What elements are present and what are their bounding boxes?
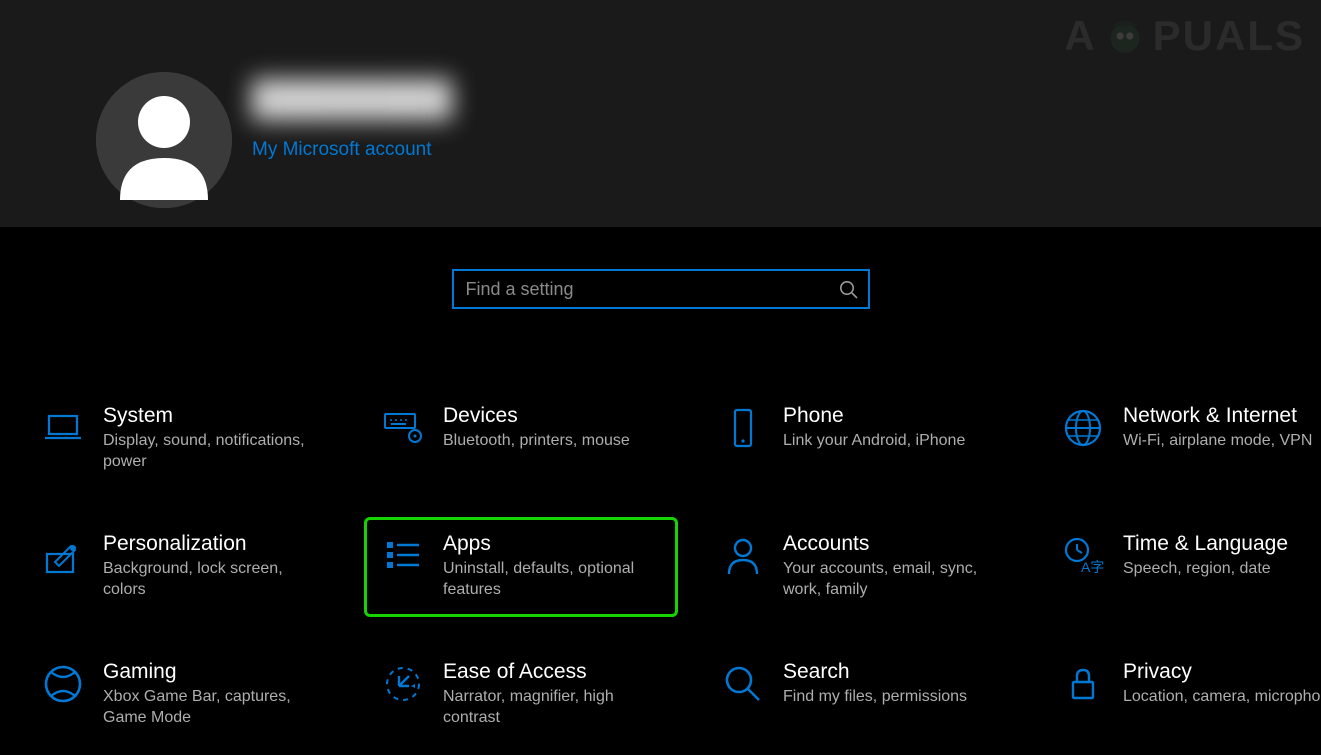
user-info: ████████ My Microsoft account	[252, 72, 453, 161]
tile-title: Personalization	[103, 532, 321, 556]
lock-icon	[1061, 662, 1105, 706]
tile-title: Gaming	[103, 660, 321, 684]
tile-desc: Wi-Fi, airplane mode, VPN	[1123, 431, 1312, 452]
tile-apps[interactable]: Apps Uninstall, defaults, optional featur…	[364, 517, 678, 617]
tile-title: Privacy	[1123, 660, 1321, 684]
tile-text: Time & Language Speech, region, date	[1123, 532, 1288, 580]
tile-desc: Display, sound, notifications, power	[103, 431, 321, 473]
tile-personalization[interactable]: Personalization Background, lock screen, …	[24, 517, 338, 617]
search-row	[0, 269, 1321, 309]
tile-desc: Speech, region, date	[1123, 559, 1288, 580]
person-icon	[721, 534, 765, 578]
tile-text: Phone Link your Android, iPhone	[783, 404, 965, 452]
avatar[interactable]	[96, 72, 232, 208]
tile-time-language[interactable]: Time & Language Speech, region, date	[1044, 517, 1321, 617]
tile-text: Ease of Access Narrator, magnifier, high …	[443, 660, 661, 729]
tile-desc: Link your Android, iPhone	[783, 431, 965, 452]
tile-desc: Find my files, permissions	[783, 687, 967, 708]
tile-title: Accounts	[783, 532, 1001, 556]
tile-text: Gaming Xbox Game Bar, captures, Game Mode	[103, 660, 321, 729]
tile-text: Search Find my files, permissions	[783, 660, 967, 708]
tile-text: Devices Bluetooth, printers, mouse	[443, 404, 630, 452]
avatar-icon	[96, 72, 232, 208]
tile-phone[interactable]: Phone Link your Android, iPhone	[704, 389, 1018, 489]
search-input[interactable]	[466, 279, 838, 300]
tile-title: Network & Internet	[1123, 404, 1312, 428]
tile-text: Privacy Location, camera, microphone	[1123, 660, 1321, 708]
paintbrush-icon	[41, 534, 85, 578]
tile-title: Devices	[443, 404, 630, 428]
keyboard-icon	[381, 406, 425, 450]
tile-title: Ease of Access	[443, 660, 661, 684]
apps-list-icon	[381, 534, 425, 578]
tile-gaming[interactable]: Gaming Xbox Game Bar, captures, Game Mode	[24, 645, 338, 745]
tile-title: Phone	[783, 404, 965, 428]
magnifier-icon	[721, 662, 765, 706]
tile-devices[interactable]: Devices Bluetooth, printers, mouse	[364, 389, 678, 489]
tile-title: Time & Language	[1123, 532, 1288, 556]
tile-desc: Narrator, magnifier, high contrast	[443, 687, 661, 729]
tile-system[interactable]: System Display, sound, notifications, pow…	[24, 389, 338, 489]
globe-icon	[1061, 406, 1105, 450]
laptop-icon	[41, 406, 85, 450]
tile-search[interactable]: Search Find my files, permissions	[704, 645, 1018, 745]
tile-text: Accounts Your accounts, email, sync, work…	[783, 532, 1001, 601]
mascot-icon	[1101, 12, 1149, 60]
tile-accounts[interactable]: Accounts Your accounts, email, sync, work…	[704, 517, 1018, 617]
watermark-logo: A A PUALS PUALS	[1064, 12, 1305, 60]
tile-desc: Your accounts, email, sync, work, family	[783, 559, 1001, 601]
tile-desc: Uninstall, defaults, optional features	[443, 559, 661, 601]
tile-ease-of-access[interactable]: Ease of Access Narrator, magnifier, high …	[364, 645, 678, 745]
tile-desc: Background, lock screen, colors	[103, 559, 321, 601]
user-name-blurred: ████████	[252, 80, 453, 119]
tile-text: Network & Internet Wi-Fi, airplane mode, …	[1123, 404, 1312, 452]
accessibility-icon	[381, 662, 425, 706]
tile-desc: Xbox Game Bar, captures, Game Mode	[103, 687, 321, 729]
search-box[interactable]	[452, 269, 870, 309]
my-microsoft-account-link[interactable]: My Microsoft account	[252, 139, 432, 161]
tile-privacy[interactable]: Privacy Location, camera, microphone	[1044, 645, 1321, 745]
tile-desc: Bluetooth, printers, mouse	[443, 431, 630, 452]
tile-title: Search	[783, 660, 967, 684]
tile-network[interactable]: Network & Internet Wi-Fi, airplane mode, …	[1044, 389, 1321, 489]
tile-text: Personalization Background, lock screen, …	[103, 532, 321, 601]
clock-language-icon	[1061, 534, 1105, 578]
tile-desc: Location, camera, microphone	[1123, 687, 1321, 708]
settings-tiles-grid: System Display, sound, notifications, pow…	[0, 309, 1321, 745]
tile-title: Apps	[443, 532, 661, 556]
search-icon	[838, 279, 858, 299]
tile-text: System Display, sound, notifications, pow…	[103, 404, 321, 473]
tile-text: Apps Uninstall, defaults, optional featur…	[443, 532, 661, 601]
phone-icon	[721, 406, 765, 450]
xbox-icon	[41, 662, 85, 706]
tile-title: System	[103, 404, 321, 428]
header-region: A A PUALS PUALS ████████ My Microsoft ac…	[0, 0, 1321, 227]
